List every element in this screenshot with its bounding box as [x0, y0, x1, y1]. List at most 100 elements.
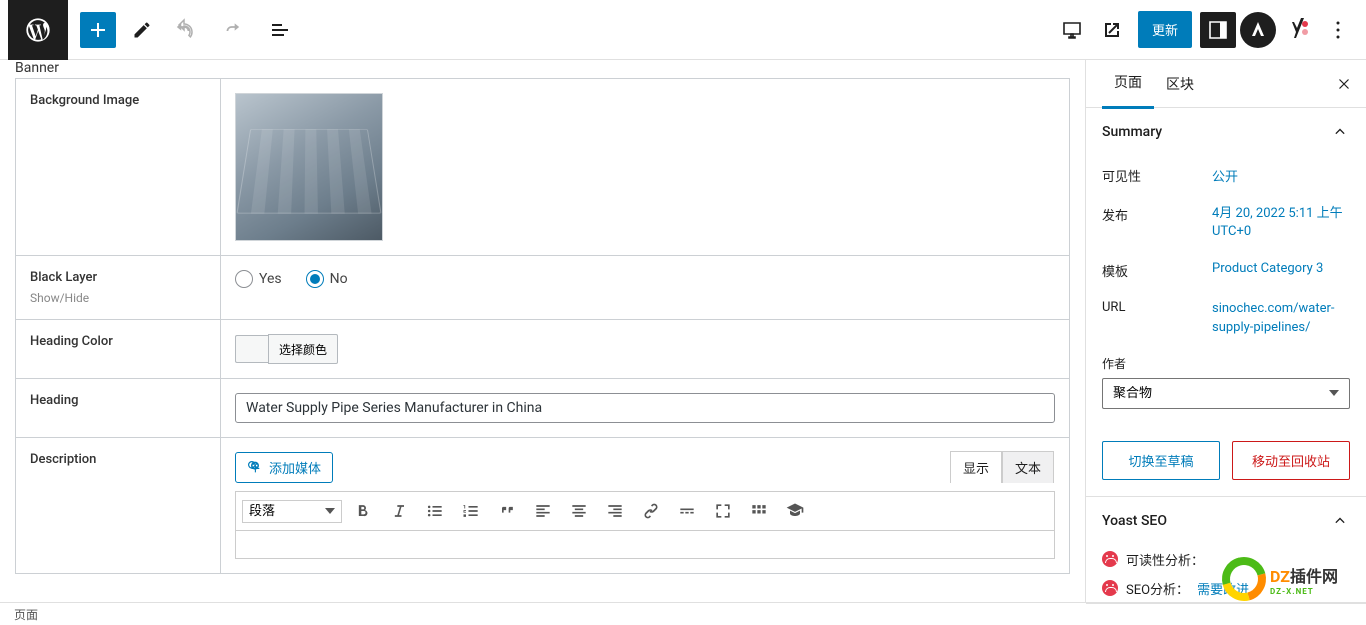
- sidebar-tabs: 页面 区块: [1086, 60, 1366, 108]
- close-sidebar-button[interactable]: [1330, 70, 1358, 98]
- top-toolbar: 更新: [0, 0, 1366, 60]
- fullscreen-icon: [713, 501, 733, 521]
- summary-panel-toggle[interactable]: Summary: [1086, 108, 1366, 156]
- yoast-button[interactable]: [1280, 12, 1316, 48]
- redo-icon: [220, 18, 244, 42]
- add-media-button[interactable]: 添加媒体: [235, 452, 333, 483]
- tab-page[interactable]: 页面: [1102, 58, 1154, 109]
- seo-value[interactable]: 需要改进: [1197, 579, 1249, 598]
- link-icon: [641, 501, 661, 521]
- italic-icon: [389, 501, 409, 521]
- ol-icon: [461, 501, 481, 521]
- visibility-value[interactable]: 公开: [1212, 166, 1350, 185]
- editor-content-area[interactable]: [235, 531, 1055, 559]
- bulleted-list-button[interactable]: [420, 496, 450, 526]
- link-button[interactable]: [636, 496, 666, 526]
- summary-actions: 切换至草稿 移动至回收站: [1086, 425, 1366, 496]
- astra-button[interactable]: [1240, 12, 1276, 48]
- media-icon: [247, 460, 263, 476]
- numbered-list-button[interactable]: [456, 496, 486, 526]
- color-swatch[interactable]: [235, 335, 268, 363]
- background-image-thumbnail[interactable]: [235, 93, 383, 241]
- url-value[interactable]: sinochec.com/water-supply-pipelines/: [1212, 300, 1350, 336]
- yoast-panel-toggle[interactable]: Yoast SEO: [1086, 497, 1366, 545]
- view-page-button[interactable]: [1094, 12, 1130, 48]
- align-left-button[interactable]: [528, 496, 558, 526]
- field-value: 选择颜色: [221, 320, 1070, 379]
- kebab-icon: [1326, 18, 1350, 42]
- breadcrumb[interactable]: 页面: [14, 606, 38, 623]
- chevron-up-icon: [1330, 122, 1350, 142]
- field-row-heading: Heading: [16, 379, 1070, 438]
- wordpress-logo[interactable]: [8, 0, 68, 60]
- italic-button[interactable]: [384, 496, 414, 526]
- author-select[interactable]: 聚合物: [1102, 378, 1350, 409]
- desktop-icon: [1060, 18, 1084, 42]
- field-label: Heading Color: [16, 320, 221, 379]
- wordpress-icon: [24, 16, 52, 44]
- radio-no[interactable]: No: [306, 270, 348, 288]
- editor-tab-visual[interactable]: 显示: [950, 451, 1002, 483]
- graduation-icon: [785, 501, 805, 521]
- summary-panel-body: 可见性 公开 发布 4月 20, 2022 5:11 上午 UTC+0 模板 P…: [1086, 156, 1366, 425]
- blockquote-button[interactable]: [492, 496, 522, 526]
- settings-sidebar: 页面 区块 Summary 可见性 公开 发布 4月 20, 2022 5:11…: [1085, 60, 1366, 602]
- redo-button[interactable]: [208, 6, 256, 54]
- field-row-background-image: Background Image: [16, 79, 1070, 256]
- summary-visibility: 可见性 公开: [1102, 156, 1350, 195]
- settings-sidebar-toggle[interactable]: [1200, 12, 1236, 48]
- radio-input-yes[interactable]: [235, 270, 253, 288]
- field-label: Background Image: [16, 79, 221, 256]
- document-overview-button[interactable]: [256, 6, 304, 54]
- template-value[interactable]: Product Category 3: [1212, 261, 1350, 280]
- pencil-icon: [132, 20, 152, 40]
- format-select[interactable]: 段落: [242, 500, 342, 523]
- field-value: [221, 79, 1070, 256]
- field-value: 添加媒体 显示 文本 段落: [221, 438, 1070, 574]
- toolbar-toggle-icon: [749, 501, 769, 521]
- more-options-button[interactable]: [1320, 12, 1356, 48]
- add-block-button[interactable]: [80, 12, 116, 48]
- sad-face-icon: [1102, 551, 1118, 567]
- editor-tab-text[interactable]: 文本: [1002, 451, 1054, 483]
- align-right-button[interactable]: [600, 496, 630, 526]
- tab-block[interactable]: 区块: [1154, 60, 1206, 108]
- radio-yes[interactable]: Yes: [235, 270, 282, 288]
- list-view-icon: [268, 18, 292, 42]
- close-icon: [1335, 75, 1353, 93]
- readability-row: 可读性分析：: [1086, 545, 1366, 574]
- editor-toolbar: 段落: [235, 491, 1055, 531]
- field-label: Description: [16, 438, 221, 574]
- switch-to-draft-button[interactable]: 切换至草稿: [1102, 441, 1220, 480]
- choose-color-button[interactable]: 选择颜色: [268, 334, 338, 364]
- external-link-icon: [1100, 18, 1124, 42]
- undo-icon: [172, 18, 196, 42]
- align-left-icon: [533, 501, 553, 521]
- author-label: 作者: [1102, 355, 1350, 372]
- field-value: Yes No: [221, 256, 1070, 320]
- insert-more-button[interactable]: [672, 496, 702, 526]
- quote-icon: [497, 501, 517, 521]
- align-center-button[interactable]: [564, 496, 594, 526]
- toolbar-toggle-button[interactable]: [744, 496, 774, 526]
- radio-input-no[interactable]: [306, 270, 324, 288]
- graduation-button[interactable]: [780, 496, 810, 526]
- editor-tabs: 显示 文本: [950, 451, 1054, 483]
- update-button[interactable]: 更新: [1138, 11, 1192, 48]
- bold-button[interactable]: [348, 496, 378, 526]
- ul-icon: [425, 501, 445, 521]
- editor-canvas: Banner Background Image Black Layer Show…: [0, 60, 1085, 602]
- bold-icon: [353, 501, 373, 521]
- heading-input[interactable]: [235, 393, 1055, 423]
- sad-face-icon: [1102, 580, 1118, 596]
- undo-button[interactable]: [160, 6, 208, 54]
- field-value: [221, 379, 1070, 438]
- edit-mode-button[interactable]: [124, 6, 160, 54]
- view-button[interactable]: [1054, 12, 1090, 48]
- publish-value[interactable]: 4月 20, 2022 5:11 上午 UTC+0: [1212, 205, 1350, 241]
- seo-row: SEO分析： 需要改进: [1086, 574, 1366, 603]
- field-row-heading-color: Heading Color 选择颜色: [16, 320, 1070, 379]
- move-to-trash-button[interactable]: 移动至回收站: [1232, 441, 1350, 480]
- fullscreen-button[interactable]: [708, 496, 738, 526]
- sidebar-icon: [1206, 18, 1230, 42]
